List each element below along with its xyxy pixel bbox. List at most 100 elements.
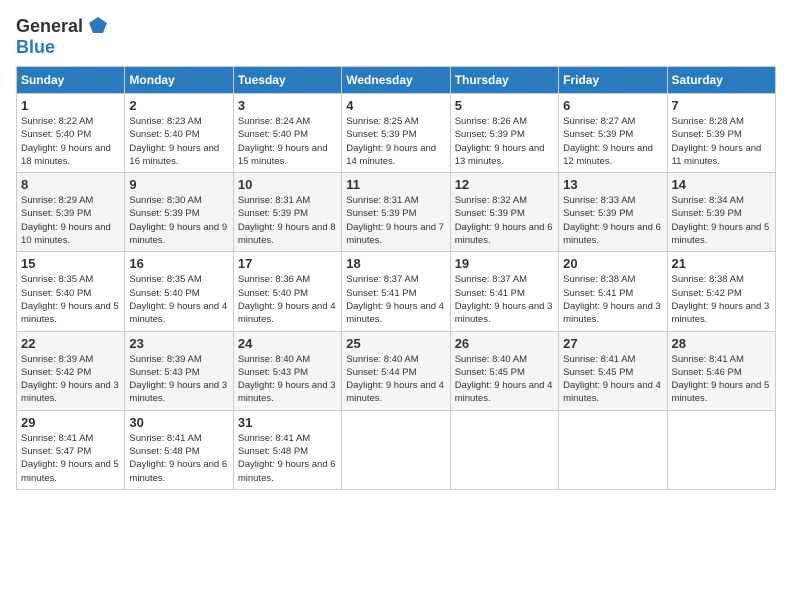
day-info: Sunrise: 8:31 AMSunset: 5:39 PMDaylight:… bbox=[346, 194, 445, 247]
logo-blue-text: Blue bbox=[16, 37, 55, 57]
day-cell-27: 27 Sunrise: 8:41 AMSunset: 5:45 PMDayligh… bbox=[559, 331, 667, 410]
day-info: Sunrise: 8:41 AMSunset: 5:46 PMDaylight:… bbox=[672, 353, 771, 406]
day-info: Sunrise: 8:36 AMSunset: 5:40 PMDaylight:… bbox=[238, 273, 337, 326]
day-info: Sunrise: 8:39 AMSunset: 5:42 PMDaylight:… bbox=[21, 353, 120, 406]
day-number: 25 bbox=[346, 336, 445, 351]
calendar-week-1: 1 Sunrise: 8:22 AMSunset: 5:40 PMDaylight… bbox=[17, 94, 776, 173]
day-info: Sunrise: 8:38 AMSunset: 5:42 PMDaylight:… bbox=[672, 273, 771, 326]
day-cell-26: 26 Sunrise: 8:40 AMSunset: 5:45 PMDayligh… bbox=[450, 331, 558, 410]
day-info: Sunrise: 8:41 AMSunset: 5:47 PMDaylight:… bbox=[21, 432, 120, 485]
day-info: Sunrise: 8:40 AMSunset: 5:45 PMDaylight:… bbox=[455, 353, 554, 406]
day-number: 28 bbox=[672, 336, 771, 351]
day-cell-1: 1 Sunrise: 8:22 AMSunset: 5:40 PMDaylight… bbox=[17, 94, 125, 173]
day-info: Sunrise: 8:35 AMSunset: 5:40 PMDaylight:… bbox=[21, 273, 120, 326]
logo-general-text: General bbox=[16, 16, 83, 37]
day-info: Sunrise: 8:22 AMSunset: 5:40 PMDaylight:… bbox=[21, 115, 120, 168]
day-info: Sunrise: 8:39 AMSunset: 5:43 PMDaylight:… bbox=[129, 353, 228, 406]
day-cell-7: 7 Sunrise: 8:28 AMSunset: 5:39 PMDaylight… bbox=[667, 94, 775, 173]
calendar-header-thursday: Thursday bbox=[450, 67, 558, 94]
empty-cell bbox=[559, 410, 667, 489]
day-cell-4: 4 Sunrise: 8:25 AMSunset: 5:39 PMDaylight… bbox=[342, 94, 450, 173]
day-cell-22: 22Sunrise: 8:39 AMSunset: 5:42 PMDayligh… bbox=[17, 331, 125, 410]
day-cell-31: 31Sunrise: 8:41 AMSunset: 5:48 PMDayligh… bbox=[233, 410, 341, 489]
day-number: 9 bbox=[129, 177, 228, 192]
day-info: Sunrise: 8:41 AMSunset: 5:45 PMDaylight:… bbox=[563, 353, 662, 406]
day-cell-20: 20Sunrise: 8:38 AMSunset: 5:41 PMDayligh… bbox=[559, 252, 667, 331]
day-number: 8 bbox=[21, 177, 120, 192]
day-cell-14: 14 Sunrise: 8:34 AMSunset: 5:39 PMDayligh… bbox=[667, 173, 775, 252]
day-number: 6 bbox=[563, 98, 662, 113]
day-cell-21: 21 Sunrise: 8:38 AMSunset: 5:42 PMDayligh… bbox=[667, 252, 775, 331]
calendar-header-saturday: Saturday bbox=[667, 67, 775, 94]
day-cell-19: 19 Sunrise: 8:37 AMSunset: 5:41 PMDayligh… bbox=[450, 252, 558, 331]
day-info: Sunrise: 8:25 AMSunset: 5:39 PMDaylight:… bbox=[346, 115, 445, 168]
day-info: Sunrise: 8:27 AMSunset: 5:39 PMDaylight:… bbox=[563, 115, 662, 168]
day-number: 16 bbox=[129, 256, 228, 271]
calendar-week-2: 8 Sunrise: 8:29 AMSunset: 5:39 PMDaylight… bbox=[17, 173, 776, 252]
day-number: 4 bbox=[346, 98, 445, 113]
day-number: 20 bbox=[563, 256, 662, 271]
day-info: Sunrise: 8:34 AMSunset: 5:39 PMDaylight:… bbox=[672, 194, 771, 247]
day-number: 30 bbox=[129, 415, 228, 430]
day-number: 19 bbox=[455, 256, 554, 271]
day-cell-13: 13 Sunrise: 8:33 AMSunset: 5:39 PMDayligh… bbox=[559, 173, 667, 252]
day-number: 2 bbox=[129, 98, 228, 113]
calendar-header-friday: Friday bbox=[559, 67, 667, 94]
day-number: 13 bbox=[563, 177, 662, 192]
day-cell-25: 25 Sunrise: 8:40 AMSunset: 5:44 PMDayligh… bbox=[342, 331, 450, 410]
day-info: Sunrise: 8:33 AMSunset: 5:39 PMDaylight:… bbox=[563, 194, 662, 247]
empty-cell bbox=[450, 410, 558, 489]
day-number: 31 bbox=[238, 415, 337, 430]
day-info: Sunrise: 8:35 AMSunset: 5:40 PMDaylight:… bbox=[129, 273, 228, 326]
day-number: 3 bbox=[238, 98, 337, 113]
day-cell-9: 9 Sunrise: 8:30 AMSunset: 5:39 PMDaylight… bbox=[125, 173, 233, 252]
day-number: 27 bbox=[563, 336, 662, 351]
calendar-header-row: SundayMondayTuesdayWednesdayThursdayFrid… bbox=[17, 67, 776, 94]
day-cell-29: 29 Sunrise: 8:41 AMSunset: 5:47 PMDayligh… bbox=[17, 410, 125, 489]
day-cell-5: 5Sunrise: 8:26 AMSunset: 5:39 PMDaylight… bbox=[450, 94, 558, 173]
day-cell-30: 30 Sunrise: 8:41 AMSunset: 5:48 PMDayligh… bbox=[125, 410, 233, 489]
calendar-week-4: 22Sunrise: 8:39 AMSunset: 5:42 PMDayligh… bbox=[17, 331, 776, 410]
day-cell-23: 23Sunrise: 8:39 AMSunset: 5:43 PMDayligh… bbox=[125, 331, 233, 410]
calendar-header-monday: Monday bbox=[125, 67, 233, 94]
day-info: Sunrise: 8:31 AMSunset: 5:39 PMDaylight:… bbox=[238, 194, 337, 247]
day-cell-12: 12Sunrise: 8:32 AMSunset: 5:39 PMDayligh… bbox=[450, 173, 558, 252]
calendar-body: 1 Sunrise: 8:22 AMSunset: 5:40 PMDaylight… bbox=[17, 94, 776, 490]
day-number: 15 bbox=[21, 256, 120, 271]
day-info: Sunrise: 8:40 AMSunset: 5:44 PMDaylight:… bbox=[346, 353, 445, 406]
empty-cell bbox=[667, 410, 775, 489]
day-info: Sunrise: 8:41 AMSunset: 5:48 PMDaylight:… bbox=[129, 432, 228, 485]
day-cell-3: 3 Sunrise: 8:24 AMSunset: 5:40 PMDaylight… bbox=[233, 94, 341, 173]
day-info: Sunrise: 8:26 AMSunset: 5:39 PMDaylight:… bbox=[455, 115, 554, 168]
day-cell-16: 16 Sunrise: 8:35 AMSunset: 5:40 PMDayligh… bbox=[125, 252, 233, 331]
day-number: 21 bbox=[672, 256, 771, 271]
day-number: 1 bbox=[21, 98, 120, 113]
day-cell-6: 6 Sunrise: 8:27 AMSunset: 5:39 PMDaylight… bbox=[559, 94, 667, 173]
day-number: 26 bbox=[455, 336, 554, 351]
day-cell-2: 2Sunrise: 8:23 AMSunset: 5:40 PMDaylight… bbox=[125, 94, 233, 173]
day-info: Sunrise: 8:37 AMSunset: 5:41 PMDaylight:… bbox=[346, 273, 445, 326]
day-number: 24 bbox=[238, 336, 337, 351]
calendar-header-sunday: Sunday bbox=[17, 67, 125, 94]
day-cell-17: 17 Sunrise: 8:36 AMSunset: 5:40 PMDayligh… bbox=[233, 252, 341, 331]
day-info: Sunrise: 8:40 AMSunset: 5:43 PMDaylight:… bbox=[238, 353, 337, 406]
logo-flag-icon bbox=[87, 15, 109, 37]
day-cell-24: 24 Sunrise: 8:40 AMSunset: 5:43 PMDayligh… bbox=[233, 331, 341, 410]
calendar-week-3: 15 Sunrise: 8:35 AMSunset: 5:40 PMDayligh… bbox=[17, 252, 776, 331]
day-number: 17 bbox=[238, 256, 337, 271]
page-header: General Blue bbox=[16, 16, 776, 58]
calendar-week-5: 29 Sunrise: 8:41 AMSunset: 5:47 PMDayligh… bbox=[17, 410, 776, 489]
day-cell-11: 11Sunrise: 8:31 AMSunset: 5:39 PMDayligh… bbox=[342, 173, 450, 252]
day-number: 29 bbox=[21, 415, 120, 430]
day-info: Sunrise: 8:24 AMSunset: 5:40 PMDaylight:… bbox=[238, 115, 337, 168]
day-info: Sunrise: 8:29 AMSunset: 5:39 PMDaylight:… bbox=[21, 194, 120, 247]
calendar-header-tuesday: Tuesday bbox=[233, 67, 341, 94]
day-number: 7 bbox=[672, 98, 771, 113]
day-cell-10: 10Sunrise: 8:31 AMSunset: 5:39 PMDayligh… bbox=[233, 173, 341, 252]
calendar-header-wednesday: Wednesday bbox=[342, 67, 450, 94]
day-info: Sunrise: 8:37 AMSunset: 5:41 PMDaylight:… bbox=[455, 273, 554, 326]
day-info: Sunrise: 8:28 AMSunset: 5:39 PMDaylight:… bbox=[672, 115, 771, 168]
day-info: Sunrise: 8:32 AMSunset: 5:39 PMDaylight:… bbox=[455, 194, 554, 247]
day-info: Sunrise: 8:30 AMSunset: 5:39 PMDaylight:… bbox=[129, 194, 228, 247]
day-number: 14 bbox=[672, 177, 771, 192]
